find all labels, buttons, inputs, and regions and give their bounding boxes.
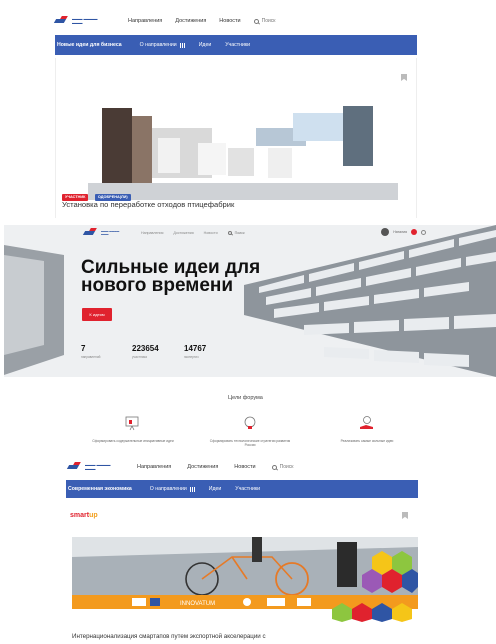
user-menu[interactable]: Наталия <box>381 228 426 236</box>
search-icon <box>227 231 232 235</box>
nav-item-achievements[interactable]: Достижения <box>187 464 218 470</box>
grid-icon <box>179 42 185 48</box>
goal-item: Сформировать содержательные инициативные… <box>88 415 178 443</box>
idea-card[interactable]: smartup TOP-500 ОДОБРЕНА <box>66 500 418 644</box>
direction-bar: Современная экономика О направлении Идеи… <box>66 480 418 498</box>
smartup-logo-accent: up <box>89 512 98 519</box>
notification-icon[interactable] <box>411 229 417 235</box>
tab-ideas[interactable]: Идеи <box>199 42 212 48</box>
goals-title: Цели форума <box>228 395 263 401</box>
user-name: Наталия <box>393 230 407 234</box>
stat-directions: 7 направлений <box>81 344 100 359</box>
chart-board-icon <box>125 416 139 431</box>
about-direction-label: О направлении <box>139 42 177 48</box>
logo-mark-icon <box>84 228 98 238</box>
direction-title[interactable]: Новые идеи для бизнеса <box>57 42 122 48</box>
stat-label: направлений <box>81 355 101 359</box>
stat-participants: 223654 участника <box>132 344 159 359</box>
nav-item-news[interactable]: Новости <box>234 464 255 470</box>
search-link[interactable]: Поиск <box>271 464 294 470</box>
stat-label: экспертиз <box>184 355 199 359</box>
idea-title[interactable]: Установка по переработке отходов птицефа… <box>62 200 234 209</box>
building-facade-image <box>4 225 496 377</box>
stat-value: 14767 <box>184 344 207 353</box>
nav-item-directions[interactable]: Направления <box>137 464 171 470</box>
hand-money-icon <box>360 416 373 429</box>
search-link[interactable]: Поиск <box>227 231 245 235</box>
screenshot-collage: ▬▬▬ ▬▬▬▬ ▬▬▬ Направления Достижения Ново… <box>0 0 496 644</box>
bookmark-icon[interactable] <box>402 512 408 519</box>
grid-icon <box>189 486 195 492</box>
top-nav: Направления Достижения Новости Поиск <box>128 18 275 24</box>
direction-title[interactable]: Современная экономика <box>68 486 132 492</box>
smartup-logo-text: smart <box>70 512 90 519</box>
search-label: Поиск <box>279 464 294 470</box>
hero-title: Сильные идеи для нового времени <box>81 257 261 296</box>
innovatum-banner-text: INNOVATUM <box>180 601 215 607</box>
nav-item-news[interactable]: Новости <box>204 231 218 235</box>
nav-item-directions[interactable]: Направления <box>141 231 163 235</box>
goal-text: Сформировать технологические стратегии р… <box>209 439 291 447</box>
stat-value: 223654 <box>132 344 159 353</box>
about-direction-dropdown[interactable]: О направлении <box>150 486 195 492</box>
nav-item-achievements[interactable]: Достижения <box>173 231 193 235</box>
tab-participants[interactable]: Участники <box>225 42 250 48</box>
goal-item: Реализовать самые сильные идеи <box>322 415 412 443</box>
logo-text: ▬▬▬ ▬▬▬▬ ▬▬▬ <box>85 463 111 471</box>
search-label: Поиск <box>234 231 245 235</box>
goal-item: Сформировать технологические стратегии р… <box>205 415 295 447</box>
cyclist-banner-image: INNOVATUM <box>72 537 418 622</box>
globe-icon[interactable] <box>421 229 426 235</box>
lightbulb-icon <box>244 416 256 429</box>
site-header: ▬▬▬ ▬▬▬▬ ▬▬▬ Направления Достижения Ново… <box>68 456 418 478</box>
direction-bar: Новые идеи для бизнеса О направлении Иде… <box>55 35 417 55</box>
goal-text: Реализовать самые сильные идеи <box>340 439 394 443</box>
logo-text: ▬▬▬ ▬▬▬▬ ▬▬▬ <box>101 230 120 236</box>
nav-item-news[interactable]: Новости <box>219 18 240 24</box>
site-header: ▬▬▬ ▬▬▬▬ ▬▬▬ Направления Достижения Ново… <box>55 12 417 30</box>
nav-item-directions[interactable]: Направления <box>128 18 162 24</box>
about-direction-dropdown[interactable]: О направлении <box>140 42 185 48</box>
hero-header: ▬▬▬ ▬▬▬▬ ▬▬▬ Направления Достижения Ново… <box>84 227 429 239</box>
logo-mark-icon <box>55 16 69 26</box>
tab-ideas[interactable]: Идеи <box>209 486 222 492</box>
site-logo[interactable]: ▬▬▬ ▬▬▬▬ ▬▬▬ <box>84 228 123 238</box>
top-nav: Направления Достижения Новости Поиск <box>141 231 245 235</box>
avatar[interactable] <box>381 228 390 236</box>
stat-expertises: 14767 экспертиз <box>184 344 206 359</box>
goal-text: Сформировать содержательные инициативные… <box>92 439 174 443</box>
smartup-logo: smartup <box>70 512 98 519</box>
idea-title[interactable]: Интернационализация смартапов путем эксп… <box>72 633 266 640</box>
stat-label: участника <box>132 355 147 359</box>
site-logo[interactable]: ▬▬▬ ▬▬▬▬ ▬▬▬ <box>55 16 102 26</box>
nav-item-achievements[interactable]: Достижения <box>175 18 206 24</box>
bookmark-icon[interactable] <box>401 74 407 81</box>
forum-goals-section: Цели форума Сформировать содержательные … <box>60 390 440 450</box>
top-nav: Направления Достижения Новости Поиск <box>137 464 293 470</box>
about-direction-label: О направлении <box>149 486 187 492</box>
search-icon <box>271 464 277 470</box>
factory-equipment-image <box>88 88 398 200</box>
logo-mark-icon <box>68 462 82 472</box>
stat-value: 7 <box>81 344 86 353</box>
hero-section: ▬▬▬ ▬▬▬▬ ▬▬▬ Направления Достижения Ново… <box>4 225 496 377</box>
idea-card[interactable]: УЧАСТНИК ОДОБРЕНА(ЛИ) Установка по перер… <box>55 58 417 218</box>
logo-text: ▬▬▬ ▬▬▬▬ ▬▬▬ <box>72 17 98 25</box>
search-link[interactable]: Поиск <box>253 18 276 24</box>
search-icon <box>253 18 259 24</box>
to-ideas-button[interactable]: К идеям <box>82 308 112 321</box>
search-label: Поиск <box>261 18 276 24</box>
tab-participants[interactable]: Участники <box>235 486 260 492</box>
site-logo[interactable]: ▬▬▬ ▬▬▬▬ ▬▬▬ <box>68 462 115 472</box>
